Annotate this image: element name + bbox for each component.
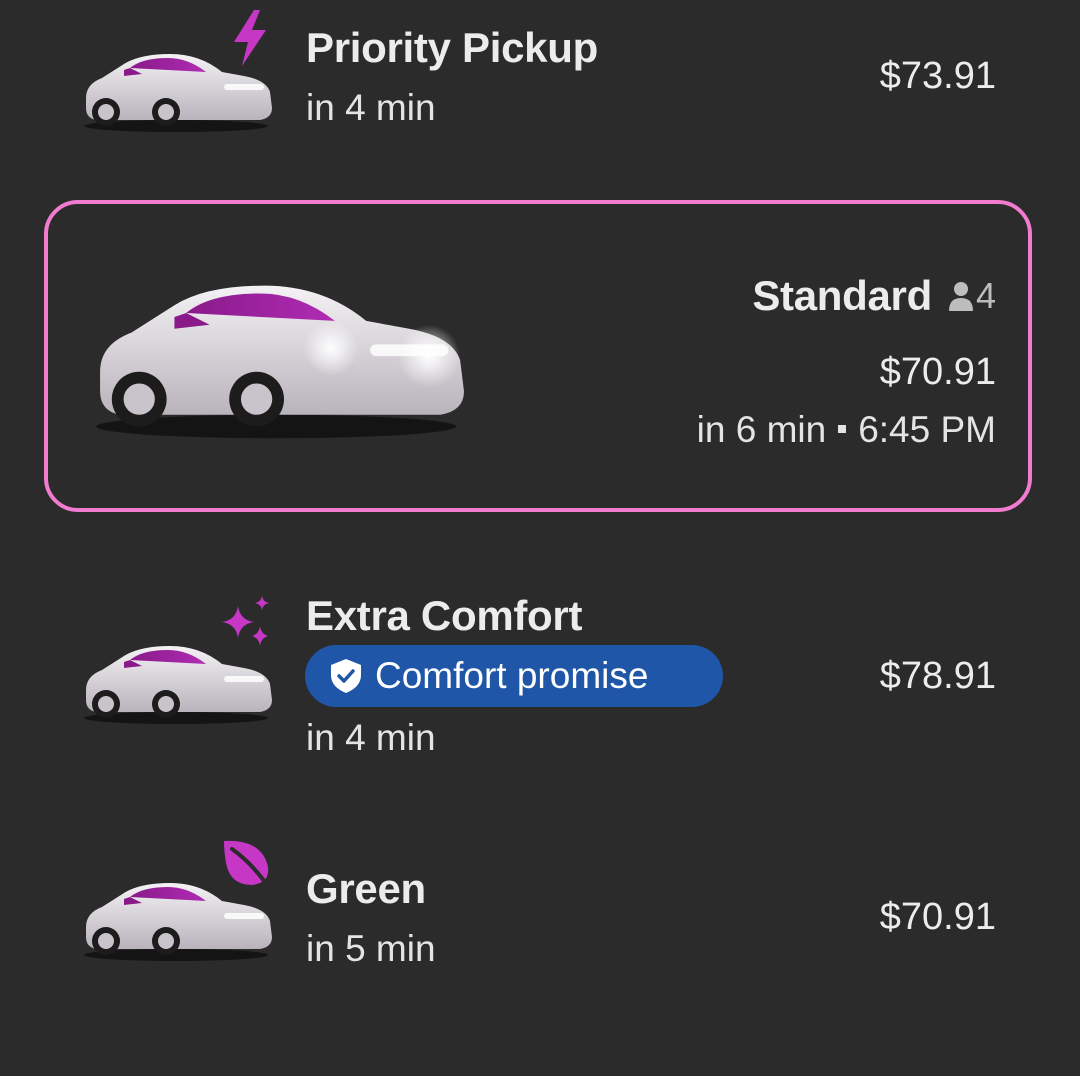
ride-option-priority-pickup[interactable]: Priority Pickup in 4 min $73.91 — [0, 0, 1080, 160]
seat-count: 4 — [975, 275, 996, 316]
standard-header: Standard 4 — [752, 272, 996, 320]
ride-options-list: Priority Pickup in 4 min $73.91 Standard… — [0, 0, 1080, 1076]
person-icon — [948, 282, 973, 311]
comfort-promise-badge[interactable]: Comfort promise — [305, 645, 723, 707]
ride-name: Standard — [752, 272, 932, 319]
ride-eta-arrival: in 6 min 6:45 PM — [697, 408, 996, 452]
ride-name: Green — [306, 865, 426, 912]
shield-check-icon — [331, 659, 361, 693]
ride-eta: in 5 min — [306, 928, 436, 969]
ride-price: $73.91 — [879, 55, 996, 97]
ride-eta: in 6 min — [696, 409, 827, 450]
lightning-bolt-icon — [234, 10, 266, 66]
ride-option-extra-comfort[interactable]: Extra Comfort Comfort promise in 4 min $… — [0, 580, 1080, 780]
ride-option-standard-selected[interactable]: Standard 4 $70.91 in 6 min 6:45 PM — [44, 200, 1032, 512]
ride-option-green[interactable]: Green in 5 min $70.91 — [0, 835, 1080, 1015]
ride-price: $70.91 — [879, 896, 996, 938]
ride-price: $70.91 — [879, 351, 996, 393]
ride-eta: in 4 min — [306, 717, 436, 758]
sparkles-icon — [222, 596, 269, 646]
arrival-time: 6:45 PM — [858, 409, 996, 450]
car-image — [96, 285, 464, 439]
ride-name: Extra Comfort — [306, 592, 583, 639]
ride-eta: in 4 min — [306, 87, 436, 128]
ride-name: Priority Pickup — [306, 24, 598, 71]
separator-dot — [838, 425, 847, 434]
comfort-promise-label: Comfort promise — [375, 655, 649, 696]
ride-price: $78.91 — [879, 655, 996, 697]
leaf-icon — [224, 840, 272, 891]
